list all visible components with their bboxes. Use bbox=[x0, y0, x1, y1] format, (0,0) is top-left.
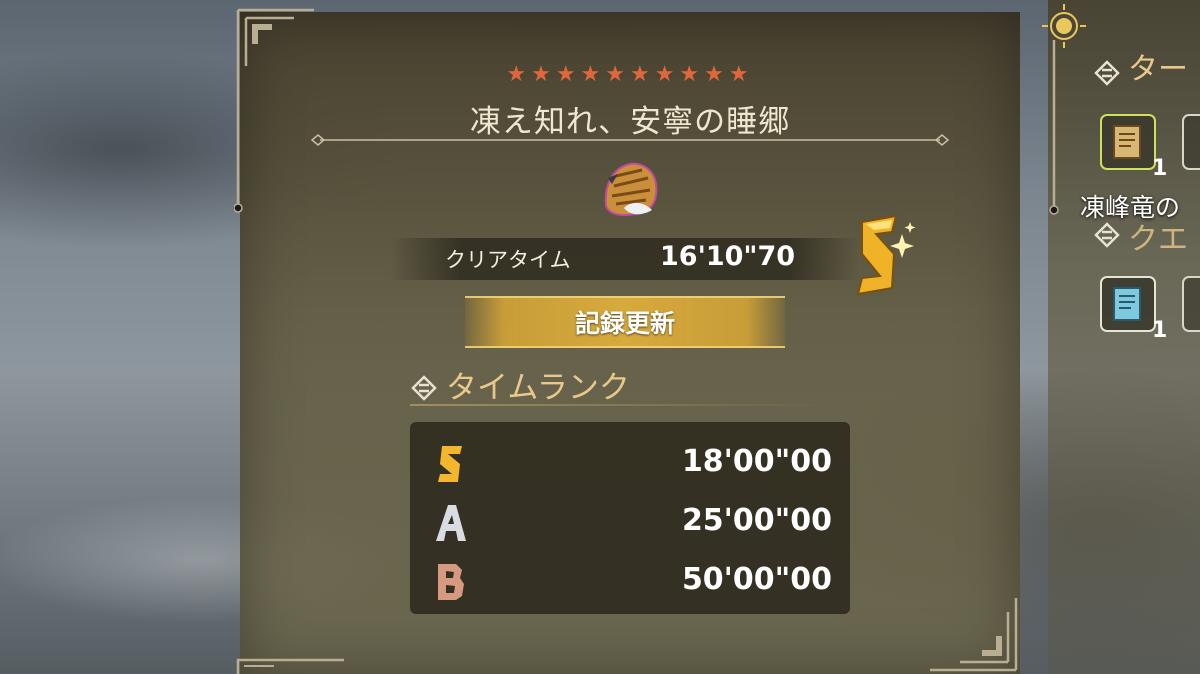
record-updated-label: 記録更新 bbox=[574, 309, 675, 338]
reward-item-slot-3[interactable] bbox=[1100, 276, 1156, 332]
frame-corner-bottom-right bbox=[930, 598, 1018, 672]
reward-item-count-1: 1 bbox=[1152, 156, 1168, 181]
reward-item-count-2: 1 bbox=[1152, 318, 1168, 343]
side-panel-title-top: ター bbox=[1128, 52, 1188, 87]
clear-time-label: クリアタイム bbox=[445, 248, 571, 272]
rank-s-time: 18'00"00 bbox=[681, 444, 832, 479]
time-rank-heading: タイムランク bbox=[446, 370, 630, 406]
reward-side-panel bbox=[1048, 0, 1200, 674]
rank-row-b: 50'00"00 bbox=[410, 556, 850, 606]
scroll-icon bbox=[1113, 287, 1141, 321]
rank-b-time: 50'00"00 bbox=[681, 562, 832, 597]
clear-time-value: 16'10"70 bbox=[660, 241, 796, 272]
rank-b-icon bbox=[438, 564, 464, 600]
rank-row-a: 25'00"00 bbox=[410, 497, 850, 547]
rank-a-time: 25'00"00 bbox=[681, 503, 832, 538]
rank-s-icon bbox=[438, 446, 462, 482]
side-frame-line bbox=[1049, 40, 1059, 215]
achieved-rank-letter: S bbox=[840, 210, 841, 211]
reward-item-slot-2[interactable] bbox=[1182, 114, 1200, 170]
achieved-rank-s-icon: S bbox=[840, 210, 916, 296]
reward-item-slot-1[interactable] bbox=[1100, 114, 1156, 170]
frame-bottom-left bbox=[236, 658, 344, 674]
section-emblem-icon bbox=[411, 375, 437, 401]
difficulty-stars: ★★★★★★★★★★ bbox=[506, 62, 754, 87]
section-emblem-icon bbox=[1094, 60, 1120, 86]
title-divider bbox=[310, 134, 950, 146]
side-panel-title-bottom: クエ bbox=[1128, 222, 1188, 257]
rank-a-icon bbox=[436, 505, 466, 541]
monster-icon bbox=[604, 162, 658, 216]
scroll-icon bbox=[1113, 125, 1141, 159]
time-rank-underline bbox=[410, 404, 830, 406]
rank-row-s: 18'00"00 bbox=[410, 438, 850, 488]
time-rank-table: 18'00"00 25'00"00 50'00"00 bbox=[410, 422, 850, 614]
reward-item-slot-4[interactable] bbox=[1182, 276, 1200, 332]
section-emblem-icon bbox=[1094, 222, 1120, 248]
quest-result-panel: ★★★★★★★★★★ 凍え知れ、安寧の睡郷 クリアタイム 16'10"70 S … bbox=[234, 8, 1020, 674]
